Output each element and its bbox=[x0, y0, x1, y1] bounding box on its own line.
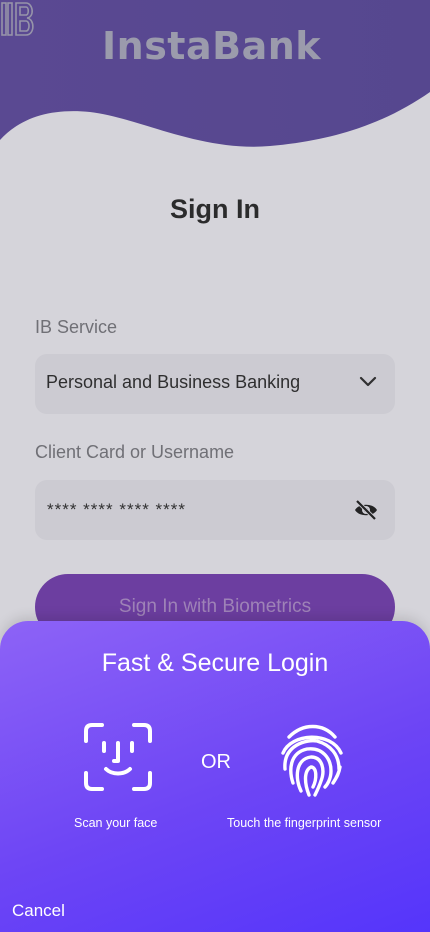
service-label: IB Service bbox=[35, 317, 118, 337]
card-input-value: **** **** **** **** bbox=[47, 500, 187, 519]
eye-off-icon[interactable] bbox=[353, 498, 379, 522]
service-select[interactable]: Personal and Business Banking bbox=[35, 354, 395, 414]
header: InstaBank bbox=[0, 0, 430, 160]
page-title: Sign In bbox=[170, 194, 260, 224]
face-caption: Scan your face bbox=[74, 816, 158, 830]
brand-name: InstaBank bbox=[102, 24, 322, 68]
face-scan-icon[interactable] bbox=[82, 721, 154, 793]
cancel-button[interactable]: Cancel bbox=[12, 901, 65, 921]
sheet-title: Fast & Secure Login bbox=[101, 649, 329, 677]
service-select-value: Personal and Business Banking bbox=[46, 372, 301, 392]
chevron-down-icon bbox=[359, 376, 377, 387]
ib-monogram-icon bbox=[1, 2, 34, 36]
fingerprint-caption: Touch the fingerprint sensor bbox=[227, 816, 382, 830]
card-input[interactable]: **** **** **** **** bbox=[35, 480, 395, 540]
sign-in-biometrics-label: Sign In with Biometrics bbox=[118, 596, 312, 617]
card-label: Client Card or Username bbox=[35, 442, 235, 462]
or-divider: OR bbox=[201, 751, 231, 773]
biometric-sheet: Fast & Secure Login OR Scan your face To… bbox=[0, 621, 430, 932]
fingerprint-icon[interactable] bbox=[277, 723, 347, 799]
